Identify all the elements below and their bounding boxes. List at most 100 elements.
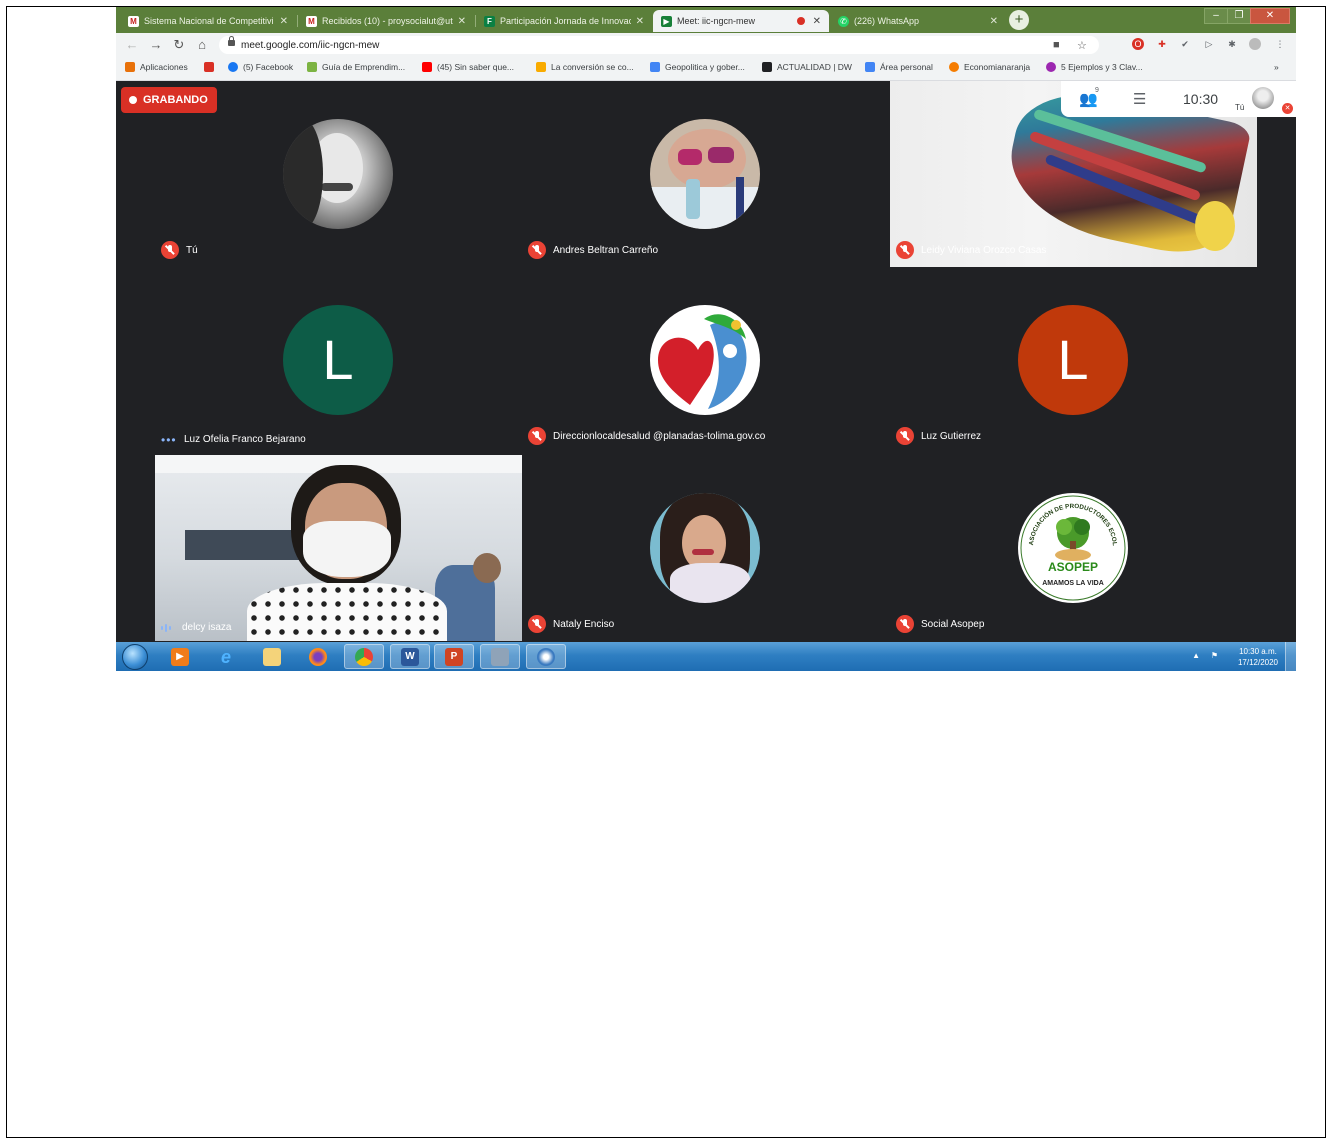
gmail-icon: M <box>128 15 139 27</box>
bookmark-item[interactable]: Guía de Emprendim... <box>307 62 405 72</box>
chat-icon[interactable]: ☰ <box>1133 90 1146 108</box>
bookmarks-bar: Aplicaciones (5) Facebook Guía de Empren… <box>116 57 1296 81</box>
bookmark-icon <box>949 62 959 72</box>
speaking-dots-icon: ••• <box>161 432 177 447</box>
app-icon <box>537 647 555 666</box>
internet-explorer-icon: e <box>220 646 231 667</box>
bookmark-item[interactable]: Economianaranja <box>949 62 1030 72</box>
bookmark-item[interactable]: La conversión se co... <box>536 62 634 72</box>
mic-off-icon <box>896 615 914 633</box>
participant-name: Social Asopep <box>896 615 984 633</box>
bookmark-apps[interactable]: Aplicaciones <box>125 62 188 72</box>
taskbar-media-player[interactable]: ▶ <box>160 644 200 669</box>
self-avatar[interactable] <box>1252 87 1274 109</box>
dw-icon <box>762 62 772 72</box>
close-tab-icon[interactable]: ✕ <box>813 16 821 27</box>
participant-tile[interactable]: L ••• Luz Ofelia Franco Bejarano <box>155 267 522 453</box>
chrome-icon <box>355 647 373 666</box>
taskbar-powerpoint[interactable]: P <box>434 644 474 669</box>
taskbar-app[interactable] <box>526 644 566 669</box>
participant-name: Leidy Viviana Orozco Casas <box>896 241 1046 259</box>
taskbar-firefox[interactable] <box>298 644 338 669</box>
reload-icon[interactable]: ↻ <box>171 37 187 53</box>
participant-video-tile[interactable]: delcy isaza <box>155 455 522 641</box>
apps-icon <box>125 62 135 72</box>
new-tab-button[interactable]: + <box>1009 10 1029 30</box>
participant-logo: ASOCIACIÓN DE PRODUCTORES ECOLÓGICOS DE … <box>1018 493 1128 603</box>
participant-name: ••• Luz Ofelia Franco Bejarano <box>161 432 306 447</box>
mic-off-icon <box>528 241 546 259</box>
participant-tile[interactable]: Nataly Enciso <box>522 455 889 641</box>
bookmark-icon <box>204 62 214 72</box>
participant-name: Tú <box>161 241 198 259</box>
close-tab-icon[interactable]: ✕ <box>280 16 288 27</box>
start-button[interactable] <box>122 644 148 670</box>
meet-grid: Tú Andres Beltran Carreño Leidy Viviana <box>116 81 1296 642</box>
extension-icon[interactable]: ✚ <box>1156 38 1168 50</box>
puzzle-icon[interactable]: ✱ <box>1226 38 1238 50</box>
recording-dot-icon <box>796 17 805 25</box>
flag-icon[interactable]: ⚑ <box>1211 651 1218 660</box>
close-tab-icon[interactable]: ✕ <box>636 16 644 27</box>
menu-icon[interactable]: ⋮ <box>1274 38 1286 50</box>
toolbar: ← → ↻ ⌂ meet.google.com/iic-ngcn-mew ■ ☆… <box>116 33 1296 57</box>
bookmark-facebook[interactable]: (5) Facebook <box>228 62 293 72</box>
tab-whatsapp[interactable]: ✆ (226) WhatsApp ✕ <box>830 10 1006 32</box>
participant-name: Direccionlocaldesalud @planadas-tolima.g… <box>528 427 765 445</box>
participant-tile[interactable]: L Luz Gutierrez <box>890 267 1257 453</box>
camera-icon[interactable]: ■ <box>1053 39 1060 51</box>
home-icon[interactable]: ⌂ <box>194 37 210 53</box>
bookmark-dw[interactable]: ACTUALIDAD | DW <box>762 62 852 72</box>
bookmark-icon <box>536 62 546 72</box>
taskbar-explorer[interactable] <box>252 644 292 669</box>
taskbar-word[interactable]: W <box>390 644 430 669</box>
bookmark-item[interactable]: Área personal <box>865 62 933 72</box>
meet-icon: ▶ <box>661 15 672 27</box>
tab-meet[interactable]: ▶ Meet: iic-ngcn-mew ✕ <box>653 10 829 32</box>
window-controls: – ❐ ✕ <box>1204 8 1290 24</box>
participant-tile[interactable]: Andres Beltran Carreño <box>522 81 889 267</box>
recording-badge: GRABANDO <box>121 87 217 113</box>
tab-label: Recibidos (10) - proysocialut@ut <box>322 16 453 26</box>
participant-tile[interactable]: ASOCIACIÓN DE PRODUCTORES ECOLÓGICOS DE … <box>890 455 1257 641</box>
forward-icon[interactable]: → <box>148 37 164 53</box>
opera-extension-icon[interactable]: O <box>1132 38 1144 50</box>
participant-logo <box>650 305 760 415</box>
tab-recibidos[interactable]: M Recibidos (10) - proysocialut@ut ✕ <box>298 10 474 32</box>
facebook-icon <box>228 62 238 72</box>
participant-tile[interactable]: Direccionlocaldesalud @planadas-tolima.g… <box>522 267 889 453</box>
send-extension-icon[interactable]: ▷ <box>1203 38 1215 50</box>
bookmark-item[interactable] <box>204 62 219 72</box>
close-window-button[interactable]: ✕ <box>1250 8 1290 24</box>
bookmark-icon <box>1046 62 1056 72</box>
profile-icon[interactable] <box>1249 38 1261 50</box>
taskbar-window[interactable] <box>480 644 520 669</box>
more-bookmarks-icon[interactable]: » <box>1274 62 1279 72</box>
bookmark-icon <box>650 62 660 72</box>
tray-arrow-icon[interactable]: ▲ <box>1192 651 1200 660</box>
bookmark-icon <box>307 62 317 72</box>
bookmark-star-icon[interactable]: ☆ <box>1077 39 1087 52</box>
participant-name: Nataly Enciso <box>528 615 614 633</box>
minimize-button[interactable]: – <box>1204 8 1228 24</box>
bookmark-item[interactable]: Geopolitica y gober... <box>650 62 745 72</box>
media-player-icon: ▶ <box>171 647 189 666</box>
tab-participacion[interactable]: F Participación Jornada de Innovac ✕ <box>476 10 652 32</box>
restore-button[interactable]: ❐ <box>1227 8 1251 24</box>
close-tab-icon[interactable]: ✕ <box>458 16 466 27</box>
lock-icon <box>228 36 235 46</box>
bookmark-item[interactable]: 5 Ejemplos y 3 Clav... <box>1046 62 1143 72</box>
tab-sistema-nacional[interactable]: M Sistema Nacional de Competitivi ✕ <box>120 10 296 32</box>
taskbar-time: 10:30 a.m. <box>1239 647 1277 656</box>
taskbar-chrome[interactable] <box>344 644 384 669</box>
show-desktop-button[interactable] <box>1285 642 1296 671</box>
address-bar[interactable]: meet.google.com/iic-ngcn-mew ■ ☆ <box>219 36 1099 54</box>
bookmark-youtube[interactable]: (45) Sin saber que... <box>422 62 514 72</box>
close-tab-icon[interactable]: ✕ <box>990 16 998 27</box>
system-clock[interactable]: 10:30 a.m. 17/12/2020 <box>1238 646 1278 668</box>
check-extension-icon[interactable]: ✔ <box>1179 38 1191 50</box>
taskbar-ie[interactable]: e <box>206 644 246 669</box>
browser-tab-strip: M Sistema Nacional de Competitivi ✕ M Re… <box>116 7 1296 33</box>
meeting-clock: 10:30 <box>1183 91 1219 107</box>
back-icon[interactable]: ← <box>124 37 140 53</box>
